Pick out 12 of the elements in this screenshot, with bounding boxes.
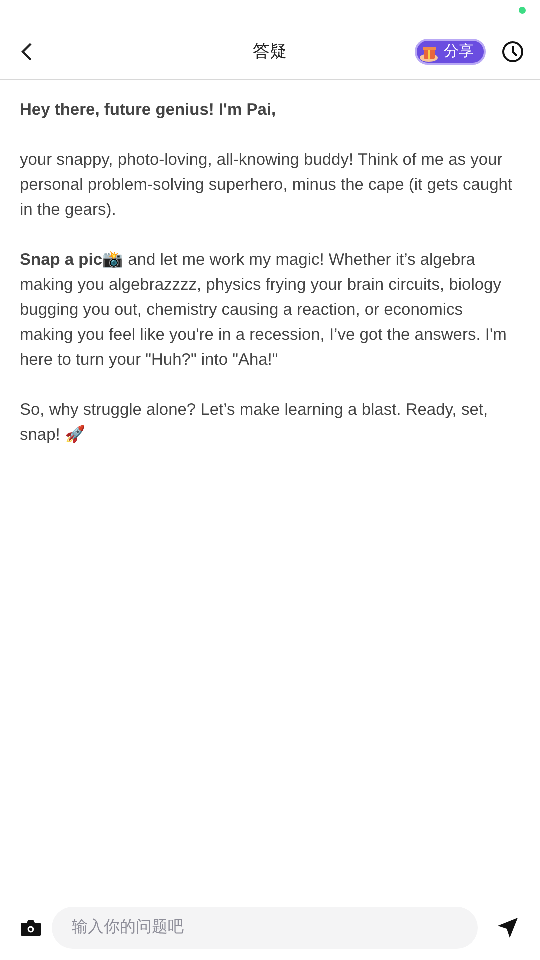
clock-icon[interactable] bbox=[502, 40, 524, 62]
back-icon[interactable] bbox=[20, 42, 34, 62]
question-input-field[interactable]: 输入你的问题吧 bbox=[52, 907, 478, 949]
share-button[interactable]: 分享 bbox=[415, 38, 486, 64]
message-paragraph: So, why struggle alone? Let’s make learning a blast. Ready, set, snap! 🚀 bbox=[20, 400, 490, 446]
message-paragraph: Snap a pic📸 and let me work my magic! Whether it’s algebra making you algebrazzzz, physics frying your brain circuits, biology bugging you out, chemistry causing a reaction, or economics making you feel like you're in a recession, I’ve got the answers. I'm here to turn your "Huh?" into "Aha!" bbox=[20, 250, 508, 371]
status-dot-icon bbox=[519, 6, 526, 14]
message-paragraph: your snappy, photo-loving, all-knowing buddy! Think of me as your personal problem-solving superhero, minus the cape (it gets caught in the gears). bbox=[20, 150, 514, 221]
greeting-text: Hey there, future genius! I'm Pai, bbox=[20, 100, 278, 121]
send-icon[interactable] bbox=[496, 916, 520, 940]
page-title: 答疑 bbox=[253, 41, 287, 63]
camera-icon[interactable] bbox=[20, 918, 42, 938]
